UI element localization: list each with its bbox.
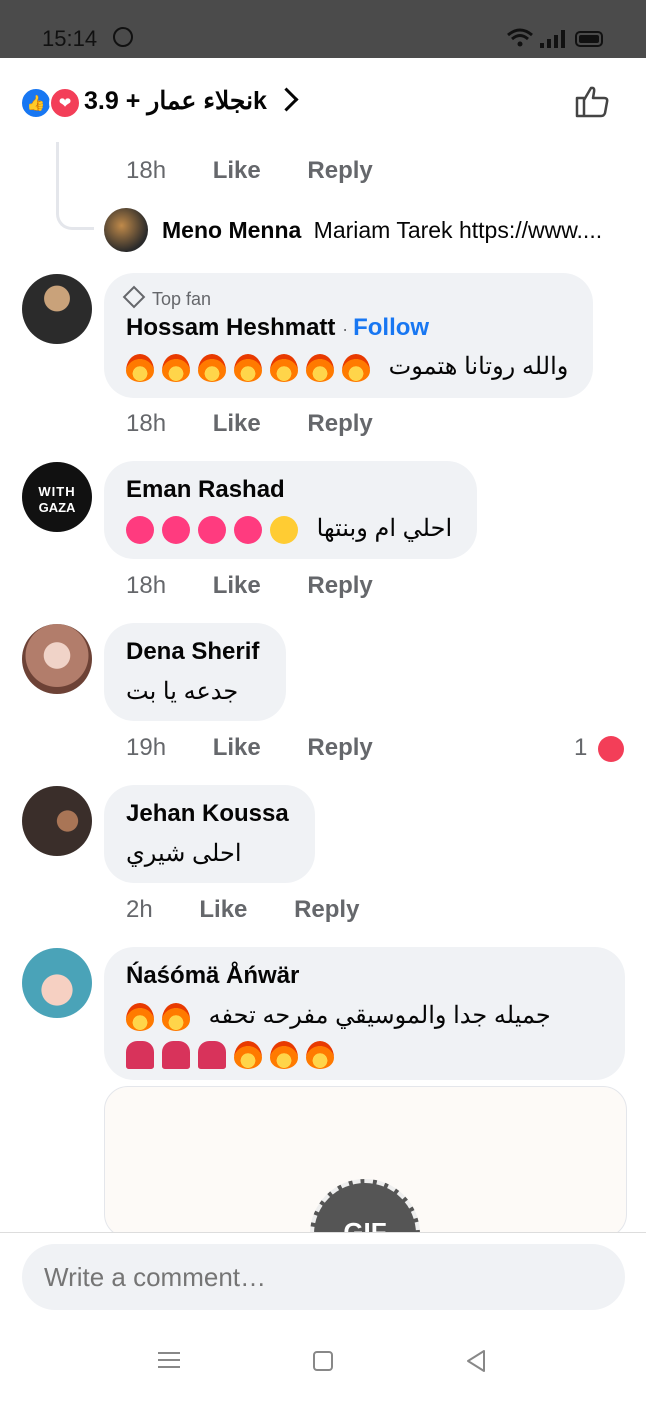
comment-text: احلي ام وبنتها [126,514,452,544]
thread-line [56,142,59,212]
comment-time: 18h [126,157,167,184]
reply-button[interactable]: Reply [307,410,372,437]
reply-button[interactable]: Reply [307,734,372,761]
follow-button[interactable]: Follow [353,314,429,341]
top-fan-badge: Top fan [122,285,212,310]
author-name[interactable]: Hossam Heshmatt [126,314,335,341]
comment-emoji-line [126,1040,342,1069]
comment-meta: 19h Like Reply [126,734,373,762]
comment-author[interactable]: Ńaśómä Åńwär [126,962,299,990]
reaction-count[interactable]: 1 [574,734,625,762]
comment-text: جميله جدا والموسيقي مفرحه تحفه [126,1001,551,1031]
gif-play-button[interactable]: GIF [310,1179,420,1237]
comment-body: احلي ام وبنتها [316,515,453,542]
reply-button[interactable]: Reply [294,896,359,923]
comment-input[interactable] [22,1244,625,1310]
comment-meta: 18h Like Reply [126,572,373,600]
like-button[interactable]: Like [213,410,261,437]
comment-text: جدعه يا بت [126,678,239,705]
like-button[interactable]: Like [213,572,261,599]
gif-attachment[interactable]: GIF [104,1086,627,1238]
wifi-icon [507,28,533,47]
love-reaction-icon [598,735,625,762]
reply-author[interactable]: Meno Menna [162,217,301,243]
comment-author[interactable]: Eman Rashad [126,476,285,504]
avatar[interactable] [22,624,92,694]
reply-button[interactable]: Reply [307,572,372,599]
status-time: 15:14 [42,26,98,51]
thread-line-curve [56,210,94,230]
reply-text: Mariam Tarek https://www.... [313,217,603,243]
diamond-icon [122,285,146,309]
square-icon[interactable] [313,1351,333,1371]
like-button[interactable]: Like [213,734,261,761]
comment-time: 2h [126,896,153,923]
status-bar: 15:14 [0,0,646,58]
avatar[interactable]: WITH GAZA [22,462,92,532]
comment-body: جميله جدا والموسيقي مفرحه تحفه [208,1002,551,1029]
avatar[interactable] [22,274,92,344]
like-button[interactable]: Like [213,157,261,184]
reactors-summary[interactable]: نجلاء عمار + 3.9k [84,86,267,116]
like-button[interactable]: Like [199,896,247,923]
avatar[interactable] [104,208,148,252]
comment-text: والله روتانا هتموت [126,352,568,382]
comment-body: والله روتانا هتموت [388,353,569,380]
comment-meta: 2h Like Reply [126,896,359,924]
triangle-back-icon[interactable] [464,1349,488,1373]
reply-preview[interactable]: Meno Menna Mariam Tarek https://www.... [162,217,632,244]
comment-time: 18h [126,572,167,599]
avatar[interactable] [22,786,92,856]
like-reaction-icon[interactable]: 👍 [20,87,52,119]
comment-time: 18h [126,410,167,437]
comment-time: 19h [126,734,167,761]
menu-icon[interactable] [158,1352,180,1368]
comment-meta: 18h Like Reply [126,157,373,185]
comment-author[interactable]: Jehan Koussa [126,800,289,828]
avatar[interactable] [22,948,92,1018]
comment-meta: 18h Like Reply [126,410,373,438]
whatsapp-icon [113,27,133,47]
comment-author[interactable]: Dena Sherif [126,638,259,666]
thumbs-up-icon[interactable] [574,83,610,119]
reply-button[interactable]: Reply [307,157,372,184]
comment-author: Hossam Heshmatt · Follow [126,314,430,341]
badge-label: Top fan [152,289,212,309]
love-reaction-icon[interactable]: ❤ [49,87,81,119]
signal-icon [540,30,565,48]
comment-text: احلى شيري [126,840,242,867]
battery-icon [575,31,603,47]
